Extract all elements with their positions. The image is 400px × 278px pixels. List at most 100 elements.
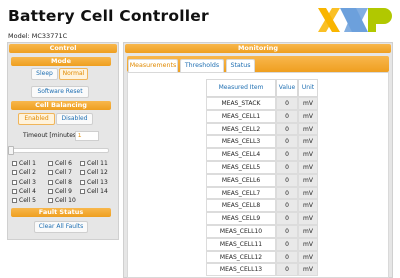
value-cell: 0 xyxy=(276,122,298,136)
cell-checkbox[interactable]: Cell 2 xyxy=(12,169,36,176)
checkbox-box[interactable] xyxy=(12,161,17,166)
cell-checkbox[interactable]: Cell 4 xyxy=(12,188,36,195)
checkbox-box[interactable] xyxy=(48,170,53,176)
unit-cell: mV xyxy=(298,135,318,149)
measured-item-cell: MEAS_CELL1 xyxy=(206,109,276,123)
unit-cell: mV xyxy=(298,263,318,277)
measured-item-cell: MEAS_CELL3 xyxy=(206,135,276,149)
checkbox-label: Cell 6 xyxy=(55,160,72,167)
value-cell: 0 xyxy=(276,263,298,277)
checkbox-box[interactable] xyxy=(12,188,17,194)
software-reset-button[interactable]: Software Reset xyxy=(31,86,89,98)
checkbox-label: Cell 8 xyxy=(55,178,72,186)
value-cell: 0 xyxy=(276,148,298,161)
control-panel-title: Control xyxy=(9,44,117,53)
measured-item-cell: MEAS_CELL6 xyxy=(206,173,276,187)
unit-cell: mV xyxy=(298,225,318,238)
clear-all-faults-button[interactable]: Clear All Faults xyxy=(34,221,88,233)
balancing-disabled-button[interactable]: Disabled xyxy=(56,113,93,125)
balancing-enabled-button[interactable]: Enabled xyxy=(18,113,55,125)
normal-button[interactable]: Normal xyxy=(59,68,88,80)
checkbox-label: Cell 14 xyxy=(87,187,108,195)
balancing-timeout-slider[interactable] xyxy=(10,148,109,153)
measured-item-cell: MEAS_CELL13 xyxy=(206,263,276,277)
cell-checkbox[interactable]: Cell 1 xyxy=(12,160,36,167)
measured-item-cell: MEAS_CELL12 xyxy=(206,250,276,264)
measured-item-cell: MEAS_CELL8 xyxy=(206,199,276,213)
slider-handle[interactable] xyxy=(8,146,14,155)
unit-cell: mV xyxy=(298,212,318,225)
cell-checkbox[interactable]: Cell 13 xyxy=(80,179,108,186)
column-header-item: Measured Item xyxy=(206,79,276,97)
measured-item-cell: MEAS_CELL9 xyxy=(206,212,276,225)
model-label: Model: MC33771C xyxy=(8,32,68,40)
unit-cell: mV xyxy=(298,186,318,200)
cell-checkbox[interactable]: Cell 11 xyxy=(80,160,108,167)
unit-cell: mV xyxy=(298,109,318,123)
cell-checkbox[interactable]: Cell 8 xyxy=(48,179,72,186)
column-header-value: Value xyxy=(276,79,298,97)
measured-item-cell: MEAS_STACK xyxy=(206,97,276,110)
measured-item-cell: MEAS_CELL4 xyxy=(206,148,276,161)
nxp-logo xyxy=(318,8,392,32)
unit-cell: mV xyxy=(298,161,318,174)
measured-item-cell: MEAS_CELL5 xyxy=(206,161,276,174)
value-cell: 0 xyxy=(276,161,298,174)
value-cell: 0 xyxy=(276,199,298,213)
fault-status-title: Fault Status xyxy=(11,208,111,217)
tab-measurements[interactable]: Measurements xyxy=(128,59,178,72)
checkbox-box[interactable] xyxy=(48,188,53,194)
checkbox-label: Cell 1 xyxy=(19,160,36,167)
checkbox-label: Cell 11 xyxy=(87,160,108,167)
checkbox-box[interactable] xyxy=(80,179,85,185)
value-cell: 0 xyxy=(276,212,298,225)
column-header-unit: Unit xyxy=(298,79,318,97)
timeout-input[interactable] xyxy=(75,131,99,141)
checkbox-box[interactable] xyxy=(48,161,53,166)
checkbox-box[interactable] xyxy=(80,161,85,166)
checkbox-box[interactable] xyxy=(12,179,17,185)
cell-checkbox[interactable]: Cell 9 xyxy=(48,188,72,195)
measured-item-cell: MEAS_CELL11 xyxy=(206,237,276,251)
checkbox-box[interactable] xyxy=(80,188,85,194)
checkbox-label: Cell 7 xyxy=(55,169,72,177)
monitoring-panel-title: Monitoring xyxy=(125,44,391,53)
unit-cell: mV xyxy=(298,199,318,213)
value-cell: 0 xyxy=(276,250,298,264)
cell-checkbox[interactable]: Cell 3 xyxy=(12,179,36,186)
app-title: Battery Cell Controller xyxy=(8,7,209,25)
checkbox-box[interactable] xyxy=(12,198,17,204)
checkbox-label: Cell 12 xyxy=(87,169,108,177)
mode-section-title: Mode xyxy=(11,57,111,66)
checkbox-label: Cell 9 xyxy=(55,187,72,195)
value-cell: 0 xyxy=(276,135,298,149)
checkbox-label: Cell 5 xyxy=(19,197,36,205)
cell-balancing-title: Cell Balancing xyxy=(11,101,111,110)
value-cell: 0 xyxy=(276,225,298,238)
checkbox-box[interactable] xyxy=(12,170,17,176)
checkbox-label: Cell 2 xyxy=(19,169,36,177)
value-cell: 0 xyxy=(276,97,298,110)
tab-thresholds[interactable]: Thresholds xyxy=(180,59,224,72)
value-cell: 0 xyxy=(276,186,298,200)
cell-checkbox[interactable]: Cell 10 xyxy=(48,197,76,204)
cell-checkbox[interactable]: Cell 5 xyxy=(12,197,36,204)
sleep-button[interactable]: Sleep xyxy=(31,68,58,80)
measured-item-cell: MEAS_CELL10 xyxy=(206,225,276,238)
checkbox-box[interactable] xyxy=(48,198,53,204)
cell-checkbox[interactable]: Cell 14 xyxy=(80,188,108,195)
checkbox-box[interactable] xyxy=(48,179,53,185)
cell-checkbox[interactable]: Cell 6 xyxy=(48,160,72,167)
value-cell: 0 xyxy=(276,173,298,187)
cell-checkbox[interactable]: Cell 12 xyxy=(80,169,108,176)
checkbox-label: Cell 13 xyxy=(87,178,108,186)
cell-checkbox[interactable]: Cell 7 xyxy=(48,169,72,176)
unit-cell: mV xyxy=(298,122,318,136)
checkbox-box[interactable] xyxy=(80,170,85,176)
tab-status[interactable]: Status xyxy=(226,59,255,72)
measured-item-cell: MEAS_CELL2 xyxy=(206,122,276,136)
checkbox-label: Cell 10 xyxy=(55,197,76,205)
unit-cell: mV xyxy=(298,97,318,110)
value-cell: 0 xyxy=(276,109,298,123)
unit-cell: mV xyxy=(298,148,318,161)
